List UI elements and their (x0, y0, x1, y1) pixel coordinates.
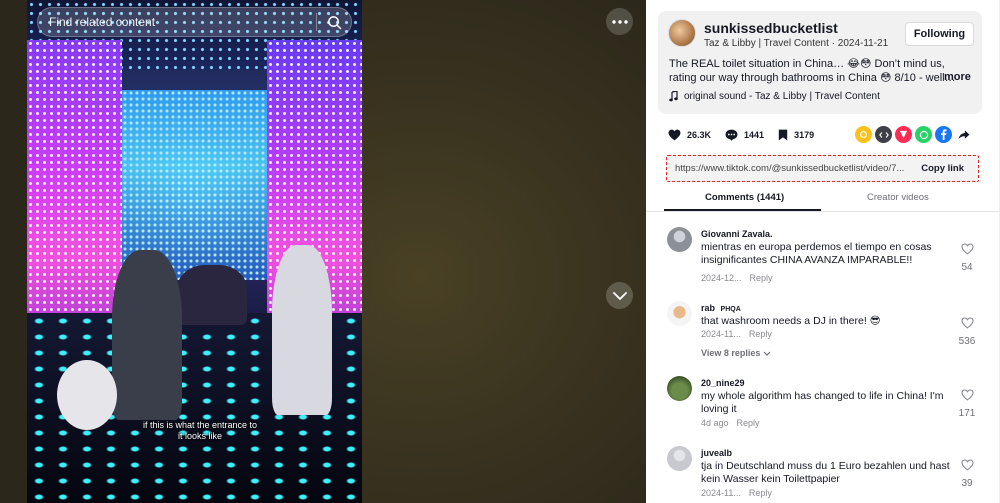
comment-count: 1441 (744, 130, 765, 140)
commenter-avatar[interactable] (667, 227, 692, 252)
share-icon[interactable] (955, 126, 972, 143)
comment-meta: 2024-12... Reply (701, 273, 773, 283)
active-tab-indicator (664, 209, 821, 211)
comment-like-button[interactable]: 171 (955, 388, 979, 419)
like-button[interactable]: 26.3K (668, 129, 711, 141)
sound-link[interactable]: original sound - Taz & Libby | Travel Co… (669, 91, 880, 102)
heart-icon (668, 129, 681, 141)
comment-button[interactable]: 1441 (725, 129, 764, 141)
engagement-stats: 26.3K 1441 3179 (668, 126, 828, 144)
commenter-name-text: rab (701, 303, 716, 313)
search-bar[interactable]: Find related content (37, 7, 352, 37)
phone-bubble-icon (919, 130, 928, 139)
tab-comments[interactable]: Comments (1441) (705, 192, 784, 203)
comment-like-button[interactable]: 54 (955, 242, 979, 273)
commenter-name[interactable]: juvealb (701, 448, 732, 458)
reply-button[interactable]: Reply (737, 418, 760, 428)
video-link-box: https://www.tiktok.com/@sunkissedbucketl… (666, 155, 979, 182)
commenter-avatar[interactable] (667, 376, 692, 401)
comment-text: my whole algorithm has changed to life i… (701, 390, 944, 415)
heart-outline-icon (960, 243, 974, 255)
like-count: 26.3K (687, 130, 712, 140)
comment-date: 2024-11... (701, 329, 741, 339)
whatsapp-icon[interactable] (915, 126, 932, 143)
description-more-button[interactable]: more (944, 71, 971, 83)
comment-like-count: 39 (961, 478, 973, 489)
comment-like-button[interactable]: 536 (955, 316, 979, 347)
commenter-name[interactable]: Giovanni Zavala. (701, 229, 773, 239)
share-arrow-icon (958, 129, 969, 139)
copy-link-button[interactable]: Copy link (911, 163, 978, 174)
coin-icon[interactable] (855, 126, 872, 143)
comment-meta: 2024-11... Reply (701, 488, 772, 498)
heart-outline-icon (960, 459, 974, 471)
video-person (272, 245, 332, 415)
video-info-panel: sunkissedbucketlist Taz & Libby | Travel… (646, 0, 1000, 503)
video-person (57, 360, 117, 430)
more-options-button[interactable] (606, 8, 633, 35)
video-stage: if this is what the entrance to it looks… (0, 0, 646, 503)
send-to-friends-icon[interactable] (895, 126, 912, 143)
reply-button[interactable]: Reply (749, 488, 772, 498)
music-note-icon (669, 91, 678, 102)
next-video-button[interactable] (606, 282, 633, 309)
tab-creator-videos[interactable]: Creator videos (867, 192, 929, 203)
save-count: 3179 (794, 130, 815, 140)
comment-like-count: 536 (958, 336, 976, 347)
video-person (112, 250, 182, 420)
comment-meta: 4d ago Reply (701, 418, 760, 428)
embed-icon[interactable] (875, 126, 892, 143)
comment-like-count: 54 (961, 262, 973, 273)
comment-meta: 2024-11... Reply (701, 329, 772, 339)
comment-date: 2024-12... (701, 273, 742, 283)
view-replies-button[interactable]: View 8 replies (701, 348, 771, 358)
author-subtitle: Taz & Libby | Travel Content · 2024-11-2… (704, 38, 889, 49)
commenter-badge: PHQA (720, 306, 741, 313)
following-button[interactable]: Following (905, 22, 974, 46)
save-button[interactable]: 3179 (778, 129, 814, 141)
video-url[interactable]: https://www.tiktok.com/@sunkissedbucketl… (667, 163, 911, 174)
sound-name: original sound - Taz & Libby | Travel Co… (684, 91, 880, 102)
coin-icon-glyph (860, 131, 867, 138)
comment-like-button[interactable]: 39 (955, 458, 979, 489)
panel-tabs: Comments (1441) Creator videos (646, 186, 1000, 212)
post-info-card: sunkissedbucketlist Taz & Libby | Travel… (658, 11, 982, 114)
comment-like-count: 171 (958, 408, 976, 419)
more-icon (611, 19, 628, 24)
comment-icon (725, 129, 738, 141)
search-icon (327, 15, 341, 29)
search-input[interactable]: Find related content (38, 15, 316, 29)
code-icon (878, 131, 889, 138)
heart-outline-icon (960, 389, 974, 401)
post-description: The REAL toilet situation in China… 😂😳 D… (669, 58, 956, 84)
heart-outline-icon (960, 317, 974, 329)
search-button[interactable] (317, 8, 351, 36)
comment-text: tja in Deutschland muss du 1 Euro bezahl… (701, 460, 950, 485)
reply-button[interactable]: Reply (750, 273, 773, 283)
comment-text: mientras en europa perdemos el tiempo en… (701, 241, 932, 266)
comment-date: 2024-11... (701, 488, 741, 498)
comment-text: that washroom needs a DJ in there! 😎 (701, 315, 881, 327)
author-avatar[interactable] (668, 19, 696, 47)
facebook-icon[interactable] (935, 126, 952, 143)
reply-button[interactable]: Reply (749, 329, 772, 339)
chevron-down-icon (612, 291, 627, 300)
video-crowd (177, 265, 247, 325)
chevron-down-icon (763, 351, 771, 356)
comment-date: 4d ago (701, 418, 729, 428)
author-name[interactable]: sunkissedbucketlist (704, 20, 838, 36)
video-caption-line: it looks like (177, 431, 222, 441)
paper-plane-icon (899, 130, 908, 139)
bookmark-icon (778, 129, 788, 141)
commenter-name[interactable]: 20_nine29 (701, 378, 745, 388)
video-caption-line: if this is what the entrance to (142, 420, 258, 430)
commenter-name[interactable]: rab PHQA (701, 303, 741, 313)
share-buttons (855, 126, 972, 143)
commenter-avatar[interactable] (667, 446, 692, 471)
view-replies-label: View 8 replies (701, 348, 761, 358)
facebook-f-icon (941, 129, 947, 140)
commenter-avatar[interactable] (667, 301, 692, 326)
video-caption: if this is what the entrance to it looks… (140, 420, 260, 442)
